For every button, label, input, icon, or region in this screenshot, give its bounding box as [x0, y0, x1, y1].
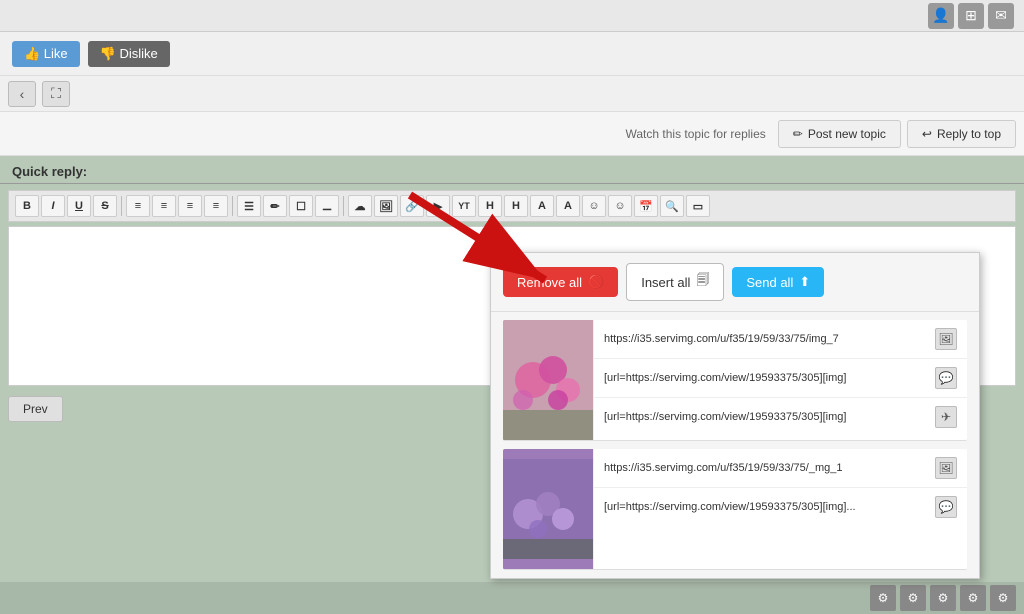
- dislike-button[interactable]: 👎 Dislike: [88, 41, 170, 67]
- like-bar: 👍 Like 👎 Dislike: [0, 32, 1024, 76]
- image-url-2-2: [url=https://servimg.com/view/19593375/3…: [604, 501, 929, 513]
- emoji2-button[interactable]: ☺: [608, 195, 632, 217]
- bottom-icon-3[interactable]: ⚙: [930, 585, 956, 611]
- popup-panel: Remove all 🚫 Insert all 🗐 Send all ⬆: [490, 252, 980, 579]
- comment-icon-1-2[interactable]: 💬: [935, 367, 957, 389]
- image-url-2-1: https://i35.servimg.com/u/f35/19/59/33/7…: [604, 462, 929, 474]
- italic-button[interactable]: I: [41, 195, 65, 217]
- layout-button[interactable]: ▭: [686, 195, 710, 217]
- bottom-icon-1[interactable]: ⚙: [870, 585, 896, 611]
- action-bar: Watch this topic for replies ✏ Post new …: [0, 112, 1024, 156]
- email-icon[interactable]: ✉: [988, 3, 1014, 29]
- image-item-1: https://i35.servimg.com/u/f35/19/59/33/7…: [503, 320, 967, 441]
- send-all-button[interactable]: Send all ⬆: [732, 267, 824, 297]
- send-icon: ⬆: [799, 274, 810, 290]
- top-bar: 👤 ⊞ ✉: [0, 0, 1024, 32]
- hr-button[interactable]: ⚊: [315, 195, 339, 217]
- divider: [0, 183, 1024, 184]
- heading2-button[interactable]: H: [504, 195, 528, 217]
- separator-3: [343, 196, 344, 216]
- search-button[interactable]: 🔍: [660, 195, 684, 217]
- image-url-1-3: [url=https://servimg.com/view/19593375/3…: [604, 411, 929, 423]
- youtube-button[interactable]: YT: [452, 195, 476, 217]
- insert-icon: 🗐: [696, 271, 709, 293]
- link-button[interactable]: 🔗: [400, 195, 424, 217]
- separator: [121, 196, 122, 216]
- align-left-button[interactable]: ≡: [126, 195, 150, 217]
- box-button[interactable]: ☐: [289, 195, 313, 217]
- bottom-icon-5[interactable]: ⚙: [990, 585, 1016, 611]
- thumbnail-2: [503, 449, 593, 569]
- comment-icon-2-2[interactable]: 💬: [935, 496, 957, 518]
- align-right-button[interactable]: ≡: [178, 195, 202, 217]
- popup-header: Remove all 🚫 Insert all 🗐 Send all ⬆: [491, 253, 979, 312]
- like-button[interactable]: 👍 Like: [12, 41, 80, 67]
- heading1-button[interactable]: H: [478, 195, 502, 217]
- align-center-button[interactable]: ≡: [152, 195, 176, 217]
- emoji1-button[interactable]: ☺: [582, 195, 606, 217]
- insert-all-button[interactable]: Insert all 🗐: [626, 263, 724, 301]
- image-button[interactable]: 🖼: [374, 195, 398, 217]
- post-new-topic-button[interactable]: ✏ Post new topic: [778, 120, 901, 148]
- back-button[interactable]: ‹: [8, 81, 36, 107]
- quote-button[interactable]: ☰: [237, 195, 261, 217]
- separator-2: [232, 196, 233, 216]
- reply-to-top-button[interactable]: ↩ Reply to top: [907, 120, 1016, 148]
- image-rows-2: https://i35.servimg.com/u/f35/19/59/33/7…: [593, 449, 967, 569]
- image-rows-1: https://i35.servimg.com/u/f35/19/59/33/7…: [593, 320, 967, 440]
- image-row-1-3[interactable]: [url=https://servimg.com/view/19593375/3…: [594, 398, 967, 436]
- image-row-2-2[interactable]: [url=https://servimg.com/view/19593375/3…: [594, 488, 967, 526]
- quick-reply-label: Quick reply:: [0, 156, 1024, 183]
- align-justify-button[interactable]: ≡: [204, 195, 228, 217]
- image-row-1-1[interactable]: https://i35.servimg.com/u/f35/19/59/33/7…: [594, 320, 967, 359]
- send-icon-1-3[interactable]: ✈: [935, 406, 957, 428]
- user-icon[interactable]: 👤: [928, 3, 954, 29]
- expand-button[interactable]: ⛶: [42, 81, 70, 107]
- font-bg-button[interactable]: A: [556, 195, 580, 217]
- thumbnail-1: [503, 320, 593, 440]
- reply-icon: ↩: [922, 127, 932, 141]
- pencil-icon: ✏: [793, 127, 803, 141]
- strikethrough-button[interactable]: S: [93, 195, 117, 217]
- bottom-icon-4[interactable]: ⚙: [960, 585, 986, 611]
- edit-button[interactable]: ✏: [263, 195, 287, 217]
- watch-topic-link[interactable]: Watch this topic for replies: [626, 127, 766, 141]
- editor-toolbar: B I U S ≡ ≡ ≡ ≡ ☰ ✏ ☐ ⚊ ☁ 🖼 🔗 ▶ YT H H A…: [8, 190, 1016, 222]
- image-row-1-2[interactable]: [url=https://servimg.com/view/19593375/3…: [594, 359, 967, 398]
- font-color-button[interactable]: A: [530, 195, 554, 217]
- remove-all-button[interactable]: Remove all 🚫: [503, 267, 618, 297]
- video-button[interactable]: ▶: [426, 195, 450, 217]
- image-url-1-1: https://i35.servimg.com/u/f35/19/59/33/7…: [604, 333, 929, 345]
- bold-button[interactable]: B: [15, 195, 39, 217]
- image-icon-1-1[interactable]: 🖼: [935, 328, 957, 350]
- bottom-icon-2[interactable]: ⚙: [900, 585, 926, 611]
- image-url-1-2: [url=https://servimg.com/view/19593375/3…: [604, 372, 929, 384]
- underline-button[interactable]: U: [67, 195, 91, 217]
- image-icon-2-1[interactable]: 🖼: [935, 457, 957, 479]
- image-row-2-1[interactable]: https://i35.servimg.com/u/f35/19/59/33/7…: [594, 449, 967, 488]
- remove-icon: 🚫: [588, 274, 604, 290]
- preview-button[interactable]: Prev: [8, 396, 63, 422]
- calendar-button[interactable]: 📅: [634, 195, 658, 217]
- grid-icon[interactable]: ⊞: [958, 3, 984, 29]
- bottom-bar: ⚙ ⚙ ⚙ ⚙ ⚙: [0, 582, 1024, 614]
- nav-bar: ‹ ⛶: [0, 76, 1024, 112]
- image-item-2: https://i35.servimg.com/u/f35/19/59/33/7…: [503, 449, 967, 570]
- smilies-button[interactable]: ☁: [348, 195, 372, 217]
- popup-content[interactable]: https://i35.servimg.com/u/f35/19/59/33/7…: [491, 312, 979, 578]
